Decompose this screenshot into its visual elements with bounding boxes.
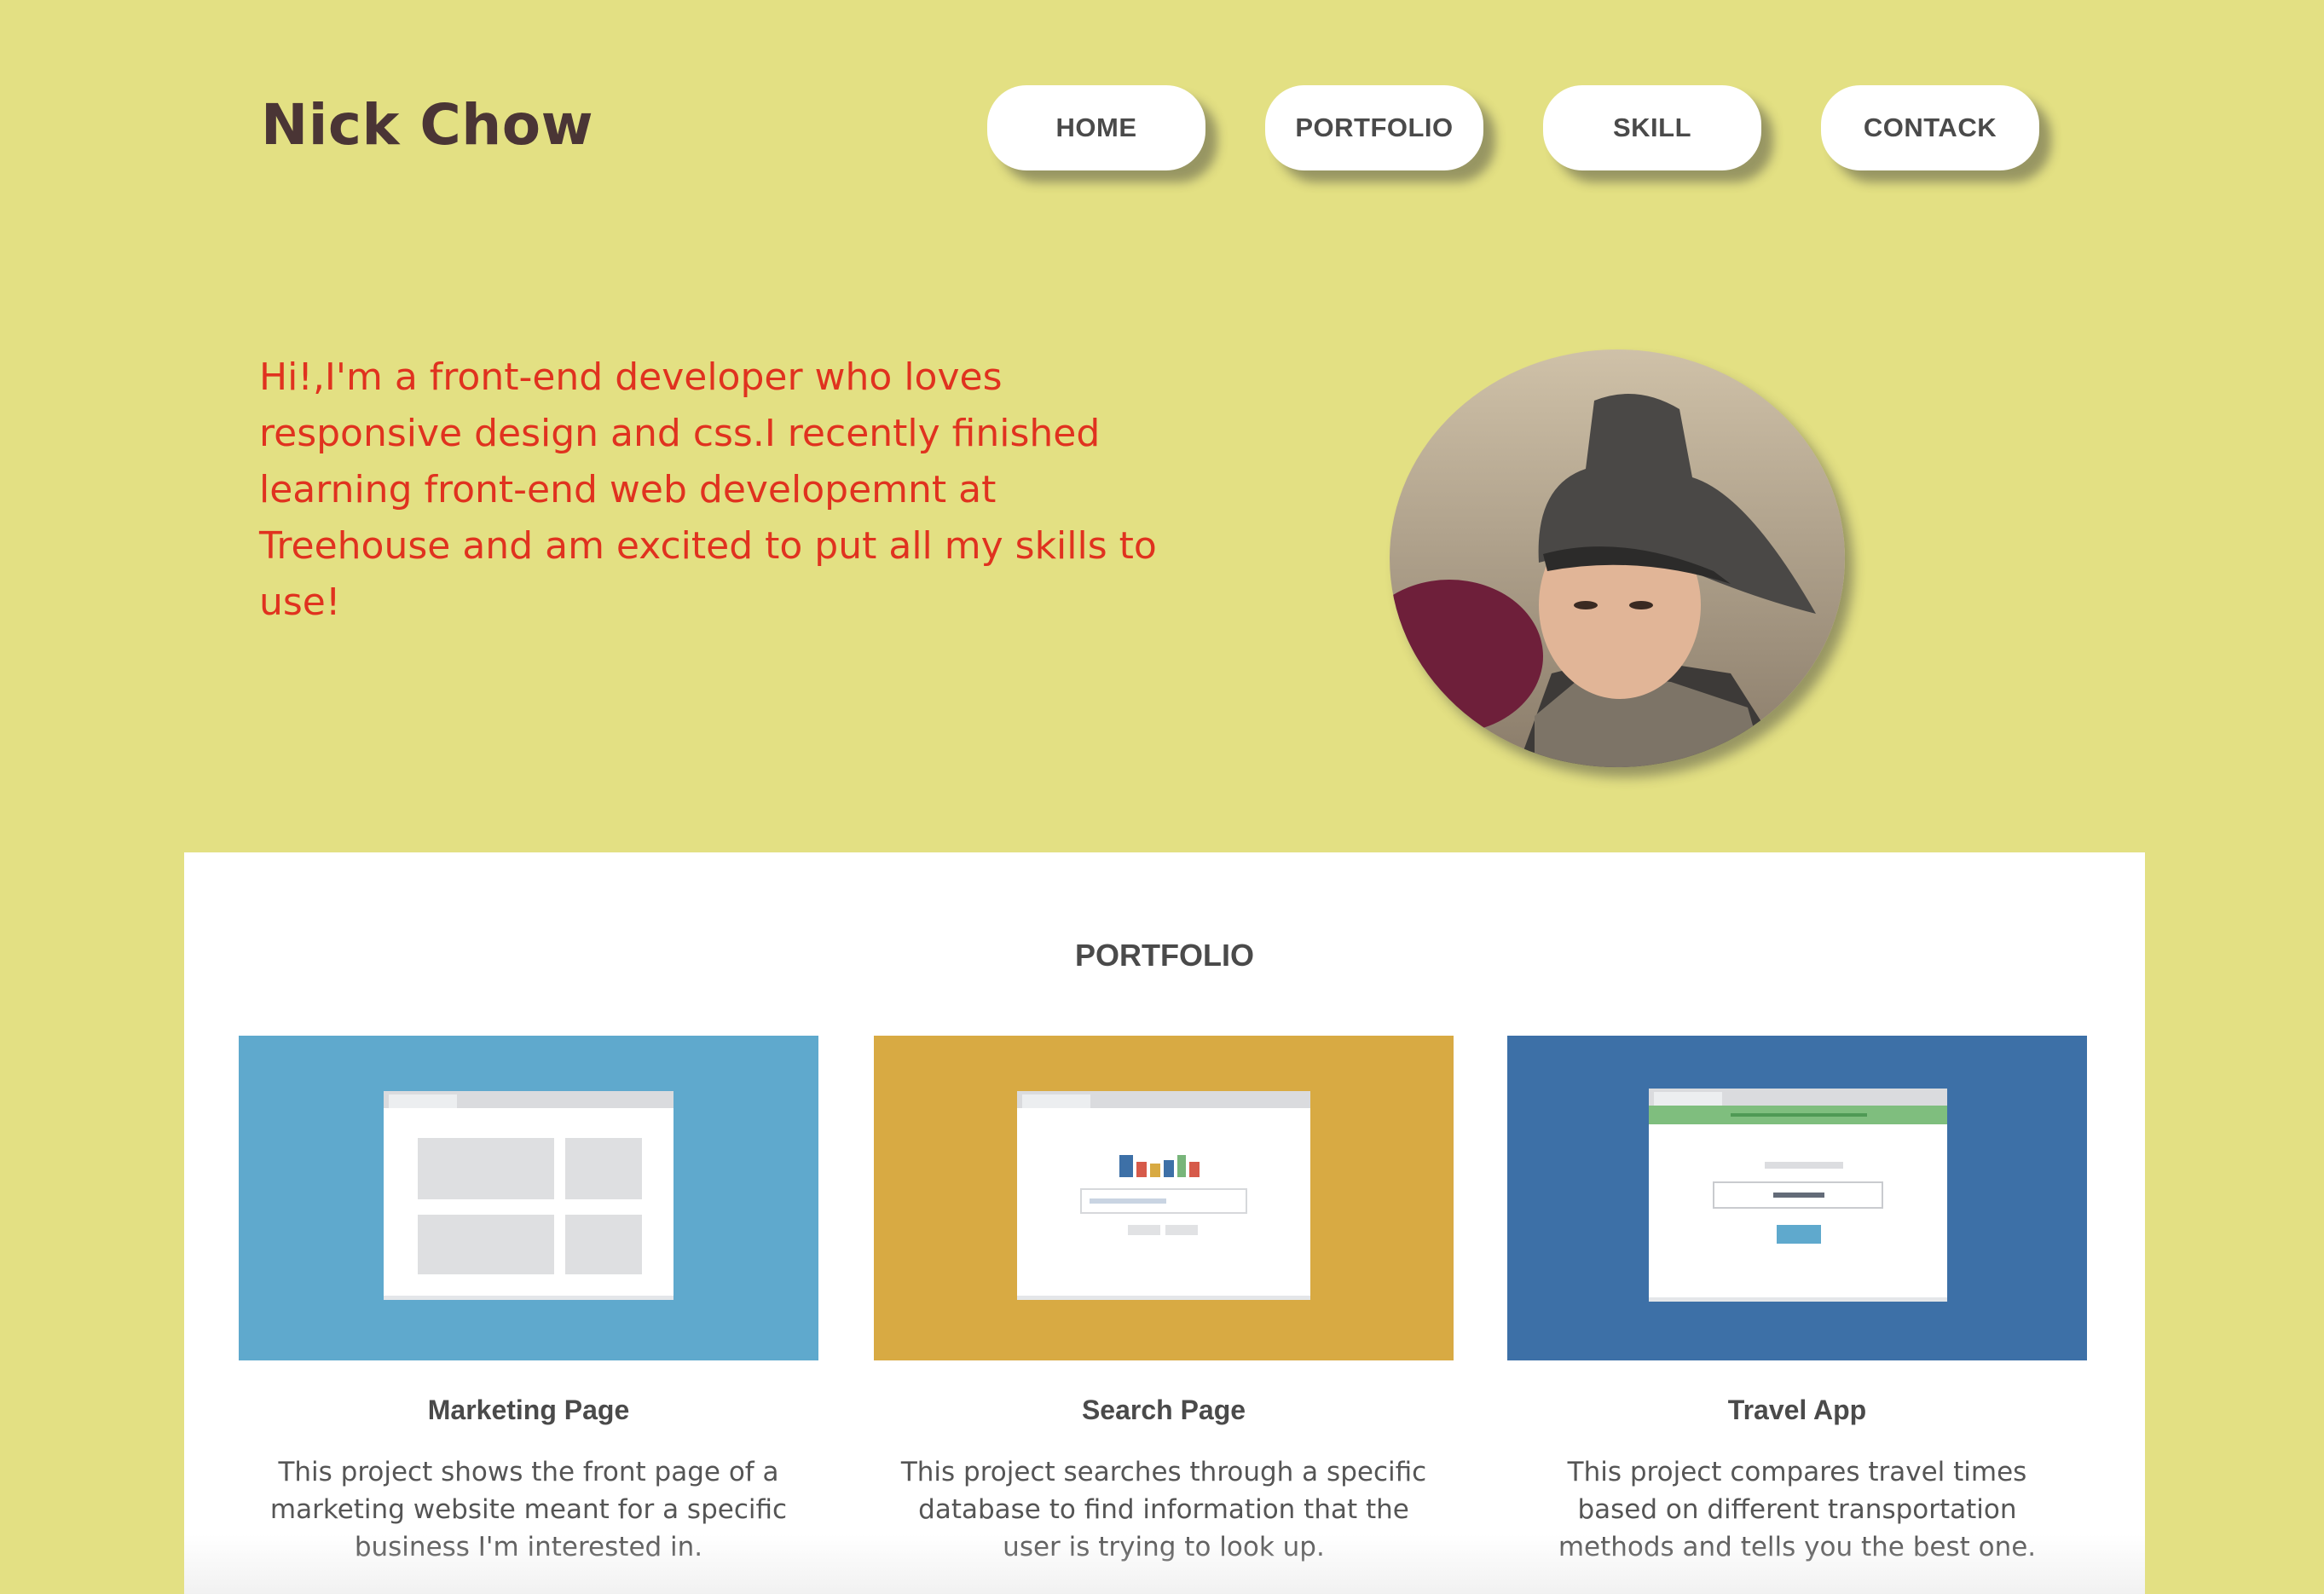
project-description: This project searches through a specific…	[900, 1457, 1427, 1562]
project-title[interactable]: Search Page	[874, 1395, 1454, 1426]
portfolio-heading: PORTFOLIO	[1075, 938, 1254, 973]
nav-home-button[interactable]: HOME	[987, 85, 1205, 170]
project-card-marketing[interactable]: Marketing Page This project shows the fr…	[239, 1036, 818, 1566]
nav-contact-button[interactable]: CONTACK	[1821, 85, 2039, 170]
project-description: This project compares travel times based…	[1558, 1457, 2037, 1562]
project-card-travel[interactable]: Travel App This project compares travel …	[1507, 1036, 2087, 1566]
nav-skill-button[interactable]: SKILL	[1543, 85, 1761, 170]
avatar	[1390, 349, 1845, 767]
browser-mockup-icon	[1017, 1091, 1310, 1300]
project-thumbnail[interactable]	[239, 1036, 818, 1360]
browser-mockup-icon	[1649, 1089, 1947, 1302]
nav-portfolio-button[interactable]: PORTFOLIO	[1265, 85, 1483, 170]
project-title[interactable]: Travel App	[1507, 1395, 2087, 1426]
browser-mockup-icon	[384, 1091, 673, 1300]
project-thumbnail[interactable]	[874, 1036, 1454, 1360]
project-description: This project shows the front page of a m…	[269, 1457, 788, 1562]
profile-photo	[1390, 349, 1845, 767]
portfolio-section: PORTFOLIO Marketing Page This project sh…	[184, 852, 2145, 1594]
intro-text: Hi!,I'm a front-end developer who loves …	[259, 355, 1157, 624]
project-card-search[interactable]: Search Page This project searches throug…	[874, 1036, 1454, 1566]
project-thumbnail[interactable]	[1507, 1036, 2087, 1360]
project-title[interactable]: Marketing Page	[239, 1395, 818, 1426]
site-name: Nick Chow	[261, 92, 594, 158]
